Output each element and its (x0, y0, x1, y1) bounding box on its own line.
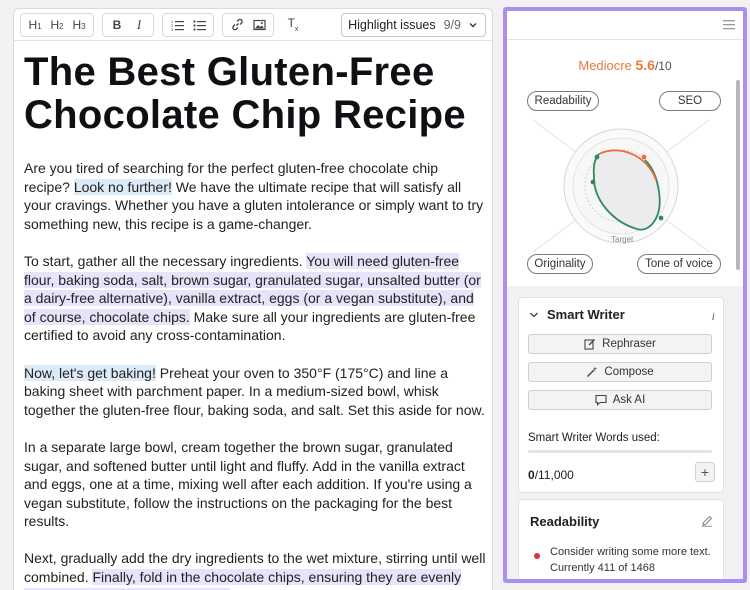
bullet-list-icon (192, 19, 206, 31)
highlight-issues-dropdown[interactable]: Highlight issues 9/9 (341, 12, 486, 37)
smart-writer-title: Smart Writer (547, 307, 625, 322)
metric-point-readability (594, 154, 600, 160)
svg-text:3: 3 (171, 27, 174, 31)
paragraph-4: In a separate large bowl, cream together… (24, 438, 472, 530)
clear-format-button[interactable]: Tx (282, 15, 304, 35)
metric-point-seo (641, 154, 647, 160)
bold-button[interactable]: B (106, 15, 128, 35)
seo-pill[interactable]: SEO (659, 91, 721, 111)
document-body[interactable]: Are you tired of searching for the perfe… (24, 159, 486, 590)
clear-format-glyph: T (287, 16, 295, 31)
format-group: B I (102, 12, 154, 37)
compose-button[interactable]: Compose (528, 362, 712, 382)
pencil-icon[interactable] (701, 515, 713, 527)
text-run: To start, gather all the necessary ingre… (24, 252, 307, 269)
heading-3-sub: 3 (81, 22, 86, 31)
document-title[interactable]: The Best Gluten-Free Chocolate Chip Reci… (24, 51, 484, 137)
assistant-sidebar: Mediocre 5.6/10 Readability SEO Original… (503, 7, 747, 583)
ask-ai-label: Ask AI (612, 394, 646, 406)
highlighted-phrase[interactable]: Now, let's get baking! (24, 364, 156, 381)
tone-of-voice-pill[interactable]: Tone of voice (637, 254, 721, 274)
list-group: 123 (162, 12, 214, 37)
link-icon (231, 18, 243, 31)
paragraph-5: Next, gradually add the dry ingredients … (24, 549, 486, 590)
chevron-down-icon[interactable] (529, 311, 539, 319)
paragraph-2: To start, gather all the necessary ingre… (24, 252, 486, 345)
add-words-button[interactable]: + (695, 462, 715, 482)
highlight-issues-label: Highlight issues (348, 17, 436, 32)
smart-writer-card: Smart Writer i Rephraser Compose Ask AI … (518, 297, 724, 493)
highlighted-phrase[interactable]: Look no further! (73, 178, 172, 195)
readability-pill[interactable]: Readability (527, 91, 599, 111)
image-button[interactable] (248, 15, 270, 35)
heading-group: H1 H2 H3 (20, 12, 94, 37)
words-used-count: 0/11,000 (528, 468, 574, 482)
editor-toolbar: H1 H2 H3 B I 123 Tx Highlight issues 9/9 (14, 9, 492, 41)
heading-1-sub: 1 (37, 22, 42, 31)
ask-ai-button[interactable]: Ask AI (528, 390, 712, 410)
hamburger-menu-icon[interactable] (723, 19, 735, 30)
heading-3-button[interactable]: H3 (68, 15, 90, 35)
highlight-issues-count: 9/9 (443, 17, 461, 32)
italic-button[interactable]: I (128, 15, 150, 35)
metric-point-originality (590, 179, 596, 185)
words-used-value: 0 (528, 468, 535, 482)
heading-2-label: H (50, 17, 60, 32)
readability-card: Readability Consider writing some more t… (518, 499, 724, 579)
words-used-progress (528, 450, 712, 453)
metric-point-tone (658, 215, 664, 221)
editor-panel: H1 H2 H3 B I 123 Tx Highlight issues 9/9… (13, 8, 493, 590)
score-panel: Mediocre 5.6/10 Readability SEO Original… (507, 40, 743, 286)
paragraph-3: Now, let's get baking! Preheat your oven… (24, 364, 486, 420)
compose-label: Compose (604, 366, 654, 378)
target-label: Target (611, 235, 634, 244)
paragraph-1: Are you tired of searching for the perfe… (24, 159, 486, 233)
magic-wand-icon (587, 366, 598, 377)
info-icon[interactable]: i (712, 309, 715, 324)
link-button[interactable] (226, 15, 248, 35)
readability-card-title: Readability (530, 514, 600, 529)
score-radar-chart (532, 119, 710, 253)
clear-format-icon: Tx (287, 16, 299, 33)
issue-dot (534, 553, 540, 559)
edit-box-icon (584, 339, 596, 350)
rephraser-button[interactable]: Rephraser (528, 334, 712, 354)
insert-group (222, 12, 274, 37)
heading-2-sub: 2 (59, 22, 64, 31)
sidebar-scrollbar[interactable] (736, 80, 740, 270)
words-total: /11,000 (534, 468, 574, 482)
ordered-list-button[interactable]: 123 (166, 15, 188, 35)
image-icon (252, 19, 266, 30)
heading-3-label: H (72, 17, 82, 32)
heading-1-label: H (28, 17, 38, 32)
heading-2-button[interactable]: H2 (46, 15, 68, 35)
heading-1-button[interactable]: H1 (24, 15, 46, 35)
readability-issue-text[interactable]: Consider writing some more text. Current… (550, 545, 712, 576)
chat-bubble-icon (595, 394, 607, 406)
chevron-down-icon (469, 22, 477, 27)
bullet-list-button[interactable] (188, 15, 210, 35)
words-used-label: Smart Writer Words used: (528, 432, 660, 444)
ordered-list-icon: 123 (171, 19, 184, 31)
rephraser-label: Rephraser (602, 338, 656, 350)
sidebar-header (507, 11, 743, 40)
originality-pill[interactable]: Originality (527, 254, 593, 274)
